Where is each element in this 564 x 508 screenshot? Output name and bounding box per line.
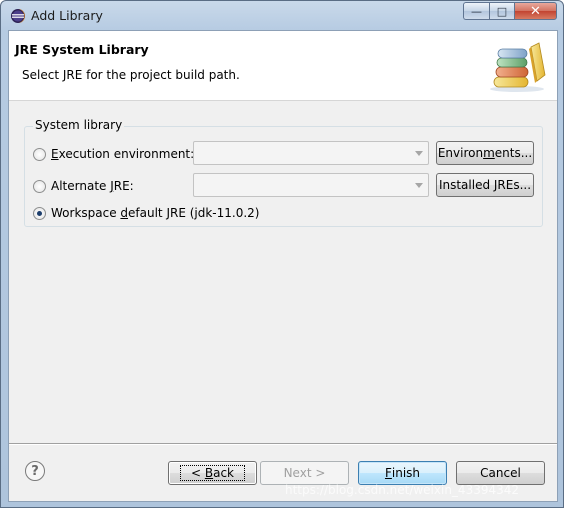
environments-button[interactable]: Environ m ents...	[436, 141, 534, 165]
library-books-icon	[490, 42, 546, 92]
radio-label: Workspace default JRE (jdk-11.0.2)	[51, 206, 260, 220]
radio-label: Execution environment:	[51, 147, 195, 161]
eclipse-icon	[11, 9, 25, 23]
watermark-text: https://blog.csdn.net/weixin_43394342	[285, 483, 520, 497]
page-description: Select JRE for the project build path.	[22, 68, 240, 82]
workspace-default-jre-radio[interactable]: Workspace default JRE (jdk-11.0.2)	[33, 204, 260, 222]
window-title: Add Library	[31, 8, 103, 23]
footer-separator	[9, 443, 557, 445]
help-icon: ?	[31, 463, 39, 479]
dialog-client-area: JRE System Library Select JRE for the pr…	[8, 30, 558, 502]
execution-environment-combo[interactable]	[193, 141, 429, 165]
chevron-down-icon[interactable]	[415, 151, 423, 156]
title-bar[interactable]: Add Library — □ ✕	[1, 1, 563, 29]
cancel-button[interactable]: Cancel	[456, 461, 545, 485]
execution-environment-radio[interactable]: Execution environment:	[33, 145, 194, 163]
wizard-banner: JRE System Library Select JRE for the pr…	[9, 31, 557, 101]
help-button[interactable]: ?	[25, 461, 45, 481]
maximize-icon: □	[496, 4, 508, 18]
alternate-jre-radio[interactable]: Alternate JRE:	[33, 177, 134, 195]
system-library-group: System library Execution environment: En…	[24, 118, 543, 227]
radio-indicator[interactable]	[33, 147, 46, 161]
page-title: JRE System Library	[15, 42, 149, 57]
maximize-button[interactable]: □	[489, 2, 514, 20]
close-button[interactable]: ✕	[514, 2, 557, 20]
next-button[interactable]: Next >	[260, 461, 349, 485]
window-controls: — □ ✕	[463, 2, 557, 20]
back-label: < Back	[179, 465, 245, 481]
back-button[interactable]: < Back	[168, 461, 257, 485]
finish-button[interactable]: Finish	[358, 461, 447, 485]
close-icon: ✕	[530, 3, 541, 19]
minimize-icon: —	[471, 4, 482, 18]
dialog-window: Add Library — □ ✕ JRE System Library Sel…	[0, 0, 564, 508]
group-legend: System library	[33, 118, 125, 132]
alternate-jre-combo[interactable]	[193, 173, 429, 197]
minimize-button[interactable]: —	[463, 2, 489, 20]
radio-label: Alternate JRE:	[51, 179, 134, 193]
radio-indicator[interactable]	[33, 206, 46, 220]
installed-jres-button[interactable]: Installed JREs...	[436, 173, 534, 197]
radio-indicator[interactable]	[33, 179, 46, 193]
radio-selected-dot	[37, 210, 42, 216]
chevron-down-icon[interactable]	[415, 183, 423, 188]
